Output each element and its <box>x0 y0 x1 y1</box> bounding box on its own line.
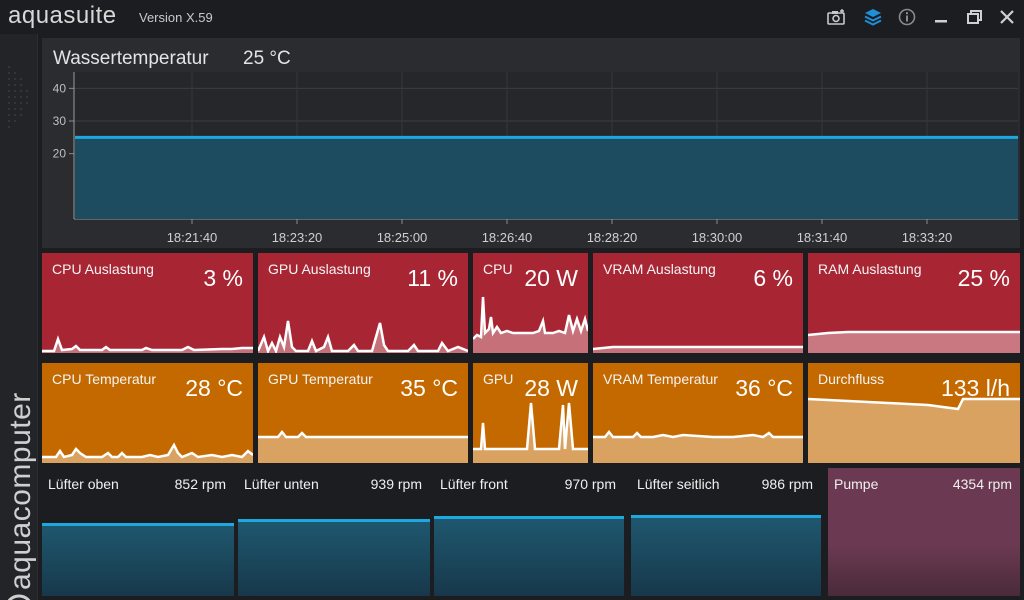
tile-value: 3 % <box>203 265 243 291</box>
tile-gpu-temperature[interactable]: GPU Temperatur 35 °C <box>258 363 468 463</box>
cpu-load-sparkline <box>42 335 253 353</box>
gpu-power-sparkline <box>473 402 588 463</box>
tile-cpu-load[interactable]: CPU Auslastung 3 % <box>42 253 253 353</box>
fan-value: 939 rpm <box>370 476 422 492</box>
tile-label: CPU Temperatur <box>52 371 157 387</box>
fan-value: 852 rpm <box>174 476 226 492</box>
fan-level-fill <box>238 520 430 596</box>
tile-label: CPU Auslastung <box>52 261 154 277</box>
water-temperature-area <box>75 137 1018 219</box>
fan-level-fill <box>434 517 624 596</box>
water-temperature-panel[interactable]: Wassertemperatur 25 °C 40 30 20 18:21:40 18:… <box>42 38 1020 248</box>
tile-label: RAM Auslastung <box>818 261 922 277</box>
layers-icon[interactable] <box>862 6 884 28</box>
pump-value: 4354 rpm <box>952 476 1012 492</box>
fan-label: Lüfter oben <box>48 476 119 492</box>
tile-label: VRAM Temperatur <box>603 371 718 387</box>
fan-level-fill <box>631 516 821 596</box>
tile-vram-load[interactable]: VRAM Auslastung 6 % <box>593 253 803 353</box>
water-temperature-chart: 40 30 20 18:21:40 18:23:20 18:25:00 18:26:40 18… <box>53 72 1018 245</box>
tile-label: GPU <box>483 371 514 387</box>
app-name: aquasuite <box>8 2 117 29</box>
x-tick-label: 18:23:20 <box>272 230 323 245</box>
pump-label: Pumpe <box>834 476 879 492</box>
fan-label: Lüfter unten <box>244 476 319 492</box>
water-temperature-value: 25 °C <box>243 48 291 69</box>
vram-load-sparkline <box>593 345 803 353</box>
cpu-power-sparkline <box>473 296 588 353</box>
fan-top[interactable]: Lüfter oben 852 rpm <box>42 468 234 596</box>
cpu-temperature-sparkline <box>42 442 253 463</box>
aquacomputer-logo-icon <box>4 594 34 600</box>
flow-rate-sparkline <box>808 397 1020 463</box>
y-tick-label: 40 <box>53 81 67 95</box>
dashboard: Wassertemperatur 25 °C 40 30 20 18:21:40 18:… <box>42 38 1020 596</box>
fan-level-line <box>434 516 624 519</box>
pump[interactable]: Pumpe 4354 rpm <box>828 468 1020 596</box>
tile-value: 35 °C <box>400 375 458 401</box>
tile-gpu-load[interactable]: GPU Auslastung 11 % <box>258 253 468 353</box>
tile-ram-load[interactable]: RAM Auslastung 25 % <box>808 253 1020 353</box>
fan-front[interactable]: Lüfter front 970 rpm <box>434 468 624 596</box>
fan-level-line <box>42 523 234 526</box>
minimize-icon[interactable] <box>930 6 952 28</box>
vram-temperature-sparkline <box>593 429 803 463</box>
title-bar: aquasuite Version X.59 <box>0 0 1024 34</box>
fan-level-fill <box>42 524 234 596</box>
tile-cpu-temperature[interactable]: CPU Temperatur 28 °C <box>42 363 253 463</box>
y-tick-label: 20 <box>53 147 67 161</box>
info-icon[interactable] <box>896 6 918 28</box>
y-tick-label: 30 <box>53 114 67 128</box>
x-tick-label: 18:33:20 <box>902 230 953 245</box>
tile-flow-rate[interactable]: Durchfluss 133 l/h <box>808 363 1020 463</box>
ram-load-sparkline <box>808 330 1020 353</box>
x-tick-label: 18:25:00 <box>377 230 428 245</box>
sidebar-expand-handle[interactable] <box>6 64 32 139</box>
tile-label: GPU Temperatur <box>268 371 373 387</box>
tile-value: 20 W <box>524 265 578 291</box>
camera-icon[interactable] <box>826 6 848 28</box>
x-tick-label: 18:28:20 <box>587 230 638 245</box>
tile-value: 11 % <box>407 265 458 291</box>
tile-value: 36 °C <box>735 375 793 401</box>
tile-label: GPU Auslastung <box>268 261 371 277</box>
app-version: Version X.59 <box>139 10 213 25</box>
sidebar: aquacomputer <box>0 34 38 600</box>
fan-level-line <box>238 519 430 522</box>
tile-value: 6 % <box>753 265 793 291</box>
fan-side[interactable]: Lüfter seitlich 986 rpm <box>631 468 821 596</box>
fan-value: 970 rpm <box>564 476 616 492</box>
tile-label: VRAM Auslastung <box>603 261 716 277</box>
tile-value: 28 °C <box>185 375 243 401</box>
fan-value: 986 rpm <box>761 476 813 492</box>
tile-value: 25 % <box>957 265 1010 291</box>
fan-label: Lüfter seitlich <box>637 476 720 492</box>
x-tick-label: 18:21:40 <box>167 230 218 245</box>
tile-label: Durchfluss <box>818 371 885 387</box>
x-tick-label: 18:31:40 <box>797 230 848 245</box>
close-icon[interactable] <box>996 6 1018 28</box>
gpu-temperature-sparkline <box>258 429 468 463</box>
gpu-load-sparkline <box>258 320 468 353</box>
tile-label: CPU <box>483 261 513 277</box>
x-tick-label: 18:26:40 <box>482 230 533 245</box>
fan-label: Lüfter front <box>440 476 508 492</box>
tile-cpu-power[interactable]: CPU 20 W <box>473 253 588 353</box>
water-temperature-title: Wassertemperatur <box>53 48 209 69</box>
tile-vram-temperature[interactable]: VRAM Temperatur 36 °C <box>593 363 803 463</box>
fan-bottom[interactable]: Lüfter unten 939 rpm <box>238 468 430 596</box>
fan-level-line <box>631 515 821 518</box>
maximize-icon[interactable] <box>964 6 986 28</box>
tile-gpu-power[interactable]: GPU 28 W <box>473 363 588 463</box>
x-tick-label: 18:30:00 <box>692 230 743 245</box>
brand-wordmark: aquacomputer <box>4 392 37 590</box>
